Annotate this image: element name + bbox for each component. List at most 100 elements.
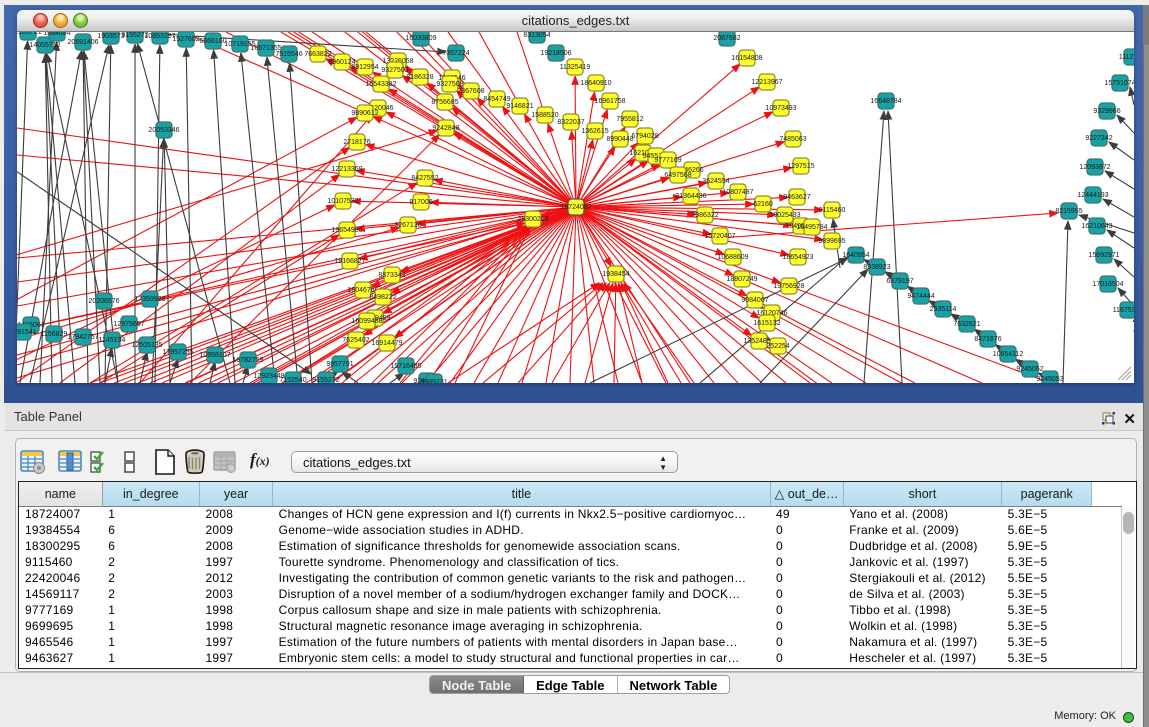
svg-text:9084067: 9084067 [741,297,768,304]
svg-text:2105721: 2105721 [17,32,42,36]
svg-text:1588520: 1588520 [531,112,558,119]
svg-text:1615132: 1615132 [753,320,780,327]
svg-text:7625402: 7625402 [342,337,369,344]
svg-text:6497568: 6497568 [664,172,691,179]
svg-text:9329966: 9329966 [1093,108,1120,115]
svg-text:16914479: 16914479 [371,340,402,347]
svg-text:18640910: 18640910 [580,80,611,87]
svg-text:12213369: 12213369 [331,166,362,173]
svg-text:1362615: 1362615 [581,128,608,135]
svg-text:8498222: 8498222 [369,294,396,301]
svg-text:16099488: 16099488 [351,318,382,325]
svg-text:8454749: 8454749 [483,96,510,103]
svg-text:12093872: 12093872 [1079,164,1110,171]
svg-text:17359928: 17359928 [134,296,165,303]
svg-text:3267130: 3267130 [394,222,421,229]
svg-text:15720407: 15720407 [704,233,735,240]
svg-text:1938454: 1938454 [602,271,629,278]
svg-text:16033809: 16033809 [405,35,436,42]
svg-text:16648784: 16648784 [870,98,901,105]
svg-text:9474444: 9474444 [907,293,934,300]
svg-text:12444193: 12444193 [1077,192,1108,199]
svg-text:8912954: 8912954 [351,64,378,71]
svg-text:1297515: 1297515 [787,163,814,170]
svg-text:19756928: 19756928 [773,283,804,290]
svg-text:9857791: 9857791 [326,361,353,368]
svg-text:9890612: 9890612 [351,110,378,117]
svg-text:2367608: 2367608 [457,88,484,95]
svg-text:9463627: 9463627 [783,194,810,201]
svg-text:7357224: 7357224 [442,50,469,57]
svg-text:3624554: 3624554 [702,178,729,185]
svg-text:2718176: 2718176 [343,139,370,146]
svg-text:1112733: 1112733 [1119,54,1134,61]
svg-text:7485063: 7485063 [779,136,806,143]
svg-text:7632621: 7632621 [953,321,980,328]
svg-text:6794028: 6794028 [631,133,658,140]
svg-text:16782759: 16782759 [232,357,263,364]
svg-text:18724007: 18724007 [560,204,591,211]
svg-text:9245053: 9245053 [1036,376,1063,383]
svg-text:7515546: 7515546 [275,51,302,58]
svg-text:14055712: 14055712 [29,42,60,49]
svg-text:62160: 62160 [753,201,773,208]
svg-text:1156829: 1156829 [41,331,68,338]
svg-text:25300205: 25300205 [517,216,548,223]
svg-text:9242848: 9242848 [432,125,459,132]
svg-text:19654985: 19654985 [331,227,362,234]
svg-text:10807487: 10807487 [722,189,753,196]
svg-text:6879197: 6879197 [886,278,913,285]
svg-text:8313054: 8313054 [523,32,550,39]
svg-text:1684684: 1684684 [43,32,70,37]
svg-text:16961758: 16961758 [594,98,625,105]
svg-text:4391541: 4391541 [17,329,37,336]
svg-text:9327508: 9327508 [436,81,463,88]
svg-text:8938923: 8938923 [863,264,890,271]
svg-text:21364436: 21364436 [675,193,706,200]
svg-text:9777169: 9777169 [654,157,681,164]
svg-text:8322037: 8322037 [557,119,584,126]
svg-text:15692971: 15692971 [1088,252,1119,259]
svg-text:6966160: 6966160 [199,38,226,45]
svg-text:9899695: 9899695 [818,238,845,245]
svg-text:9327503: 9327503 [381,67,408,74]
svg-text:9115460: 9115460 [819,207,846,214]
svg-text:7955812: 7955812 [616,116,643,123]
svg-text:16046766: 16046766 [347,287,378,294]
svg-text:19218506: 19218506 [540,50,571,57]
svg-text:2087682: 2087682 [713,35,740,42]
svg-text:12505135: 12505135 [131,342,162,349]
svg-text:15716485: 15716485 [390,363,421,370]
svg-text:8756685: 8756685 [431,99,458,106]
svg-text:11675333: 11675333 [1113,307,1134,314]
svg-text:11325419: 11325419 [560,64,591,71]
svg-text:2935114: 2935114 [930,306,957,313]
svg-text:19166827: 19166827 [334,258,365,265]
svg-text:7986322: 7986322 [691,212,718,219]
svg-text:16154808: 16154808 [731,55,762,62]
svg-text:18654923: 18654923 [782,254,813,261]
svg-text:8990448: 8990448 [606,136,633,143]
svg-text:9245052: 9245052 [1016,366,1043,373]
svg-text:18495784: 18495784 [796,224,827,231]
svg-text:18807249: 18807249 [726,276,757,283]
svg-text:17957255: 17957255 [162,349,193,356]
svg-text:17016504: 17016504 [1092,281,1123,288]
svg-text:9146821: 9146821 [506,103,533,110]
svg-text:16210643: 16210643 [1081,223,1112,230]
svg-text:16543382: 16543382 [365,81,396,88]
svg-text:8186328: 8186328 [406,74,433,81]
svg-text:17942757: 17942757 [67,334,98,341]
svg-text:9227342: 9227342 [1085,135,1112,142]
svg-text:10107532: 10107532 [327,198,358,205]
svg-text:252254: 252254 [766,343,789,350]
svg-text:1640954: 1640954 [842,252,869,259]
svg-text:20206576: 20206576 [88,298,119,305]
svg-text:9155272: 9155272 [312,377,339,383]
svg-text:10654112: 10654112 [993,351,1024,358]
svg-text:15751074: 15751074 [1104,80,1134,87]
svg-text:7152540: 7152540 [279,377,306,383]
svg-text:7663822: 7663822 [304,51,331,58]
svg-text:20691406: 20691406 [67,39,98,46]
svg-text:8427552: 8427552 [411,175,438,182]
